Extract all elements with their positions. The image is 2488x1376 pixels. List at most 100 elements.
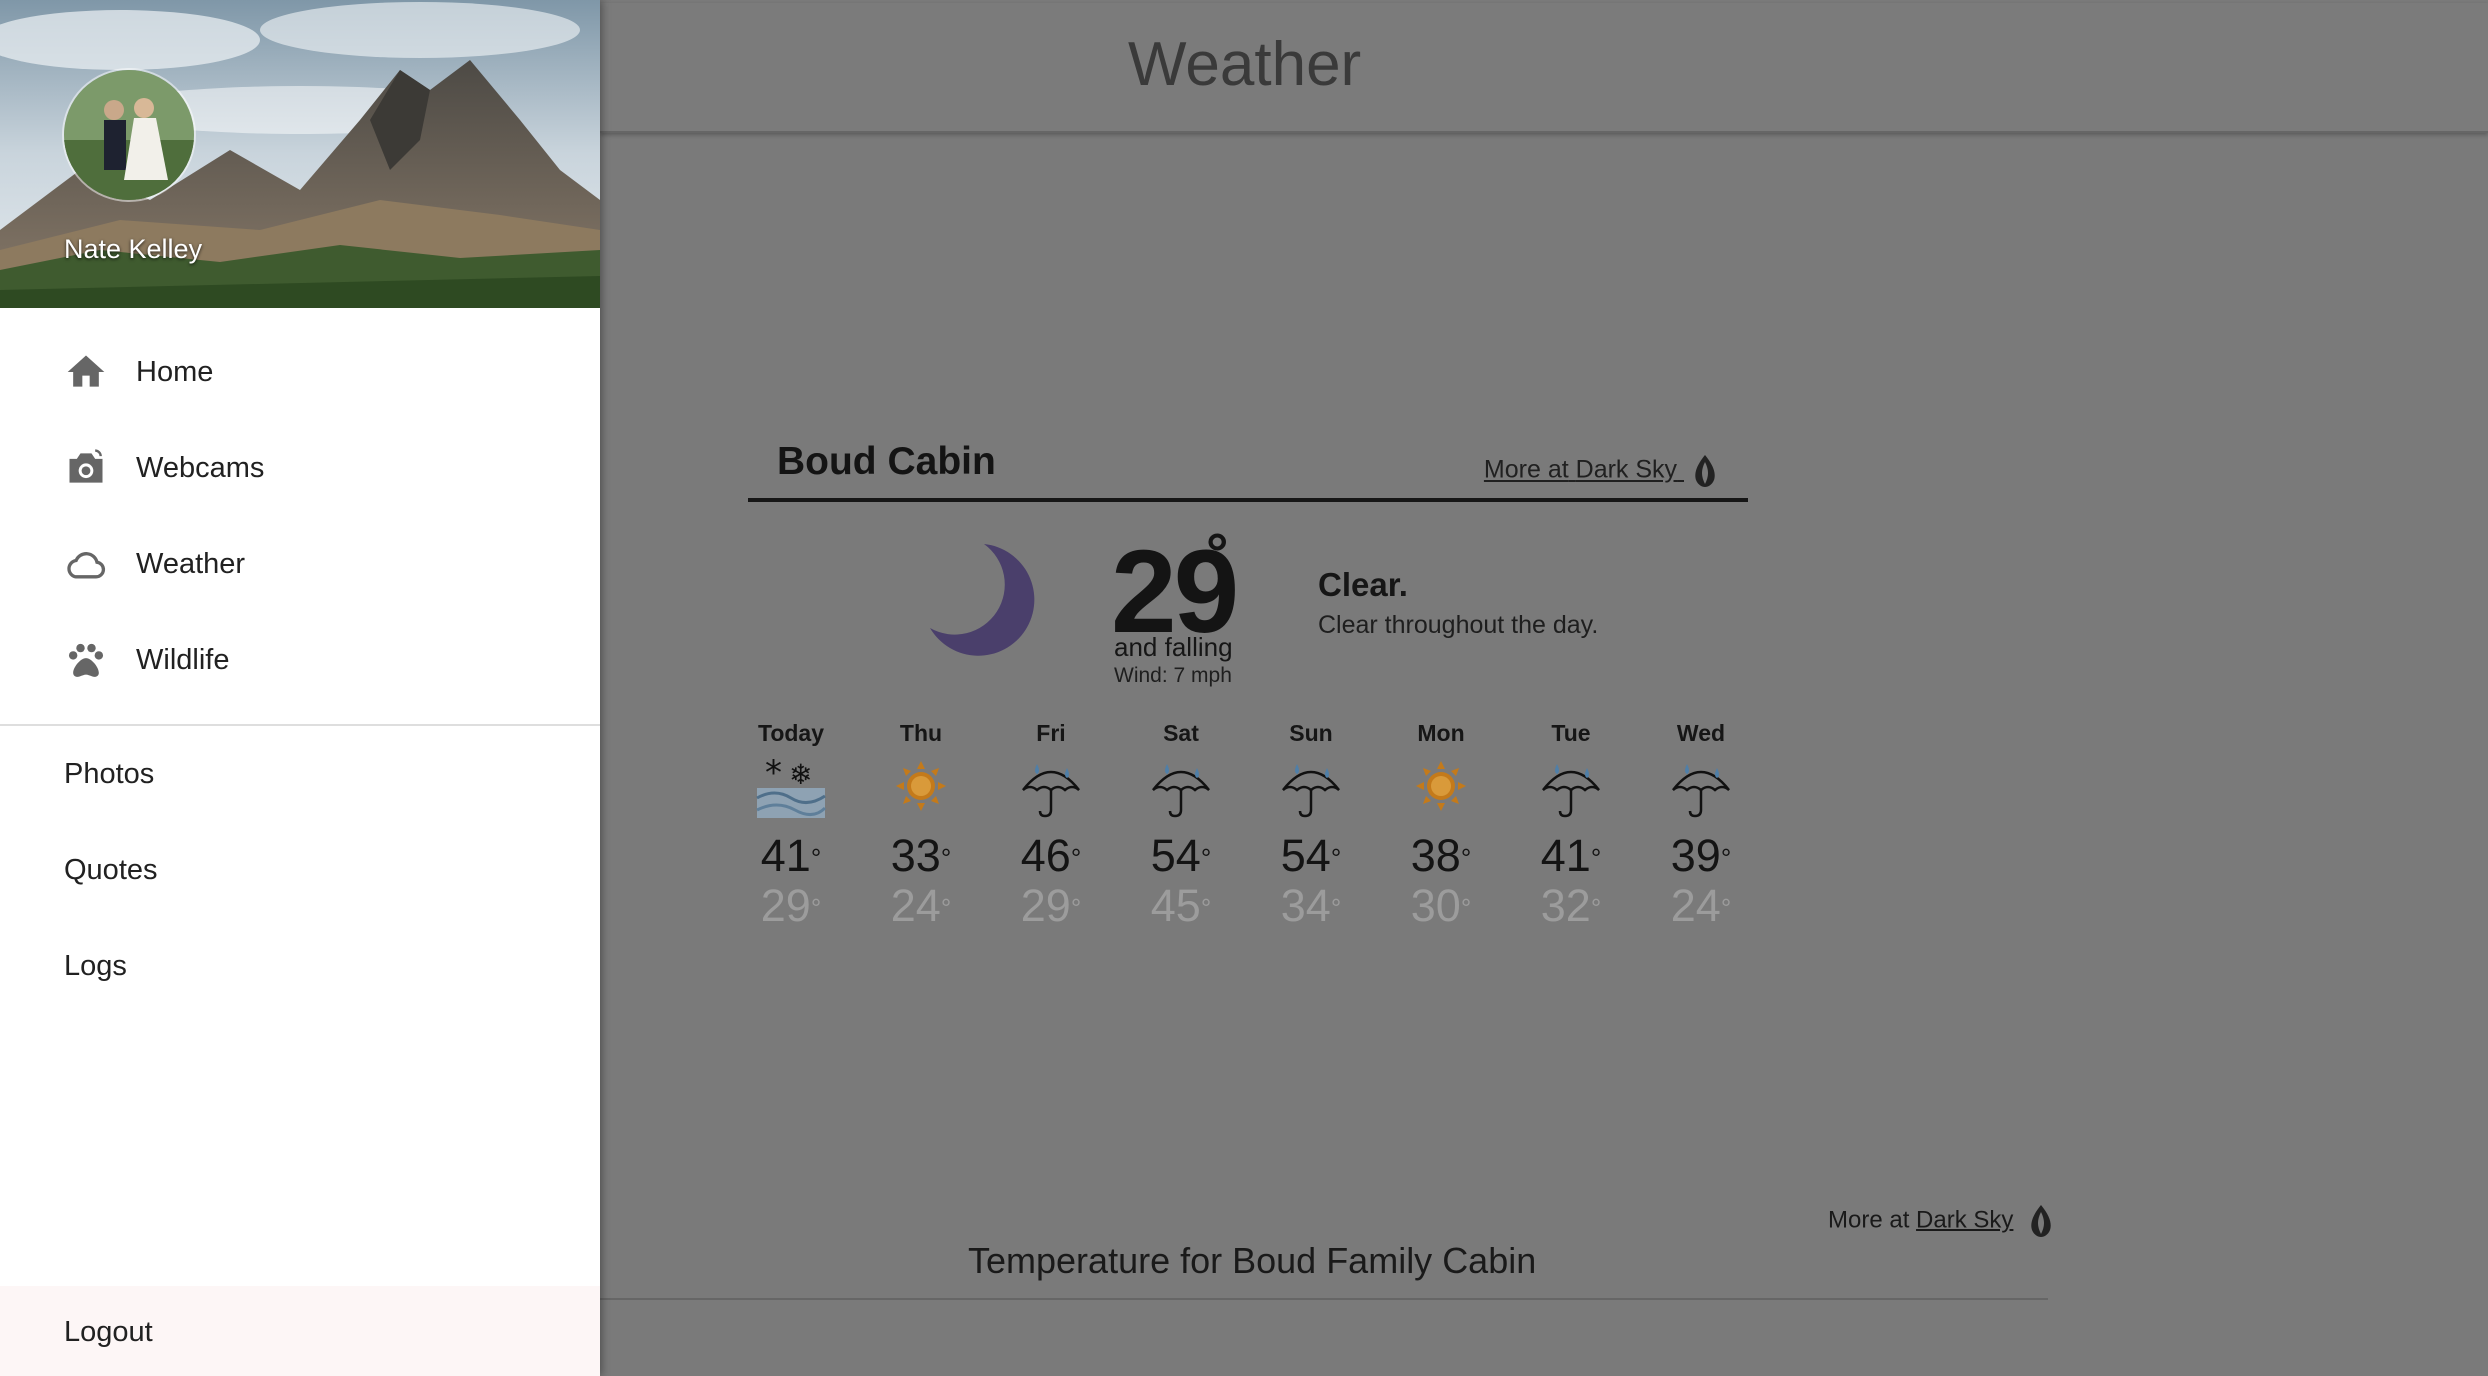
degree-symbol: ° <box>1720 843 1732 873</box>
umbrella-icon <box>1011 754 1091 818</box>
forecast-day-name: Mon <box>1417 720 1465 746</box>
weather-widget-header: Boud Cabin More at Dark Sky <box>748 428 1748 502</box>
forecast-high: 33 <box>890 830 941 881</box>
nav-item-weather[interactable]: Weather <box>0 518 600 610</box>
forecast-low: 34 <box>1280 880 1331 931</box>
forecast-low: 29 <box>760 880 811 931</box>
moon-icon <box>930 544 1035 656</box>
forecast-day: Today * ❄ 41° 29° <box>751 720 831 932</box>
footer-dark-sky-link[interactable]: Dark Sky <box>1916 1206 2013 1233</box>
main-content: Weather Boud Cabin More at Dark Sky 29 °… <box>600 0 2488 1376</box>
degree-symbol: ° <box>1070 893 1082 923</box>
forecast-high: 39 <box>1670 830 1721 881</box>
wind-speed: Wind: 7 mph <box>1114 664 1232 687</box>
snow-icon: * ❄ <box>751 753 831 818</box>
navigation-drawer: Nate Kelley Home Webcams Weather Wildlif… <box>0 0 600 1376</box>
forecast-day-name: Sun <box>1289 720 1333 746</box>
location-name: Boud Cabin <box>777 440 996 483</box>
nav-item-wildlife[interactable]: Wildlife <box>0 614 600 706</box>
drawer-header: Nate Kelley <box>0 0 600 308</box>
forecast-day-name: Tue <box>1551 720 1591 746</box>
forecast-low: 32 <box>1540 880 1591 931</box>
nav-item-label: Logs <box>64 950 127 982</box>
nav-item-label: Home <box>136 356 214 388</box>
forecast-high: 54 <box>1280 830 1331 881</box>
forecast-day-name: Wed <box>1676 720 1726 746</box>
forecast-day: Wed 39° 24° <box>1661 720 1741 932</box>
home-icon <box>67 355 105 387</box>
user-name: Nate Kelley <box>64 234 203 264</box>
logout-label: Logout <box>64 1316 153 1348</box>
daily-forecast: Today * ❄ 41° 29° Thu 33° 24° Fri 46° 29… <box>748 720 1748 940</box>
forecast-day: Thu 33° 24° <box>881 720 961 932</box>
forecast-day-name: Fri <box>1036 720 1066 746</box>
degree-symbol: ° <box>1070 843 1082 873</box>
forecast-day-name: Today <box>757 720 825 746</box>
forecast-day: Sun 54° 34° <box>1271 720 1351 932</box>
nav-divider <box>0 724 600 726</box>
footer-more-at-dark-sky: More at Dark Sky <box>1828 1204 2054 1238</box>
nav-item-home[interactable]: Home <box>0 326 600 418</box>
divider <box>600 1298 2048 1300</box>
degree-symbol: ° <box>1200 893 1212 923</box>
forecast-high: 46 <box>1020 830 1071 881</box>
forecast-low: 29 <box>1020 880 1071 931</box>
dark-sky-link[interactable]: More at Dark Sky <box>1484 456 1684 484</box>
umbrella-icon <box>1141 754 1221 818</box>
logout-button[interactable]: Logout <box>0 1286 600 1376</box>
degree-symbol: ° <box>1330 843 1342 873</box>
degree-symbol: ° <box>1460 843 1472 873</box>
forecast-low: 45 <box>1150 880 1201 931</box>
sun-icon <box>1401 754 1481 818</box>
degree-symbol: ° <box>1590 843 1602 873</box>
dark-sky-link-label: Dark Sky <box>1575 455 1678 484</box>
nav-item-photos[interactable]: Photos <box>0 728 600 818</box>
forecast-low: 24 <box>890 880 941 931</box>
nav-item-label: Webcams <box>136 452 265 484</box>
temperature-chart-title: Temperature for Boud Family Cabin <box>968 1240 1537 1281</box>
forecast-high: 54 <box>1150 830 1201 881</box>
forecast-day-name: Thu <box>899 720 943 746</box>
temperature-trend: and falling <box>1114 632 1233 662</box>
forecast-low: 24 <box>1670 880 1721 931</box>
nav-item-label: Weather <box>136 548 246 580</box>
forecast-day: Mon 38° 30° <box>1401 720 1481 932</box>
avatar[interactable] <box>62 68 196 202</box>
camera-icon <box>69 449 103 483</box>
dark-sky-logo-icon <box>1695 455 1715 487</box>
weather-summary-detail: Clear throughout the day. <box>1318 611 1599 639</box>
forecast-day: Fri 46° 29° <box>1011 720 1091 932</box>
degree-symbol: ° <box>810 893 822 923</box>
footer-more-prefix: More at <box>1828 1206 1910 1234</box>
degree-symbol: ° <box>1200 843 1212 873</box>
nav-item-logs[interactable]: Logs <box>0 920 600 1010</box>
svg-text:*: * <box>765 754 782 793</box>
degree-symbol: ° <box>1590 893 1602 923</box>
nav-item-quotes[interactable]: Quotes <box>0 824 600 914</box>
forecast-low: 30 <box>1410 880 1461 931</box>
nav-item-label: Quotes <box>64 854 158 886</box>
degree-symbol: ° <box>1330 893 1342 923</box>
forecast-day-name: Sat <box>1163 720 1199 746</box>
forecast-high: 41 <box>760 830 811 881</box>
current-temperature-degree: ° <box>1206 521 1229 584</box>
degree-symbol: ° <box>1460 893 1472 923</box>
nav-item-label: Wildlife <box>136 644 230 676</box>
umbrella-icon <box>1271 754 1351 818</box>
more-at-prefix: More at <box>1483 455 1569 484</box>
sun-icon <box>881 754 961 818</box>
more-at-dark-sky: More at Dark Sky <box>1484 454 1718 488</box>
degree-symbol: ° <box>1720 893 1732 923</box>
paw-icon <box>68 643 104 677</box>
nav-item-label: Photos <box>64 758 155 790</box>
page-title: Weather <box>1128 30 1362 99</box>
svg-text:❄: ❄ <box>789 758 812 791</box>
forecast-day: Tue 41° 32° <box>1531 720 1611 932</box>
umbrella-icon <box>1661 754 1741 818</box>
app-bar: Weather <box>600 3 2488 133</box>
degree-symbol: ° <box>810 843 822 873</box>
degree-symbol: ° <box>940 843 952 873</box>
degree-symbol: ° <box>940 893 952 923</box>
nav-item-webcams[interactable]: Webcams <box>0 422 600 514</box>
forecast-day: Sat 54° 45° <box>1141 720 1221 932</box>
